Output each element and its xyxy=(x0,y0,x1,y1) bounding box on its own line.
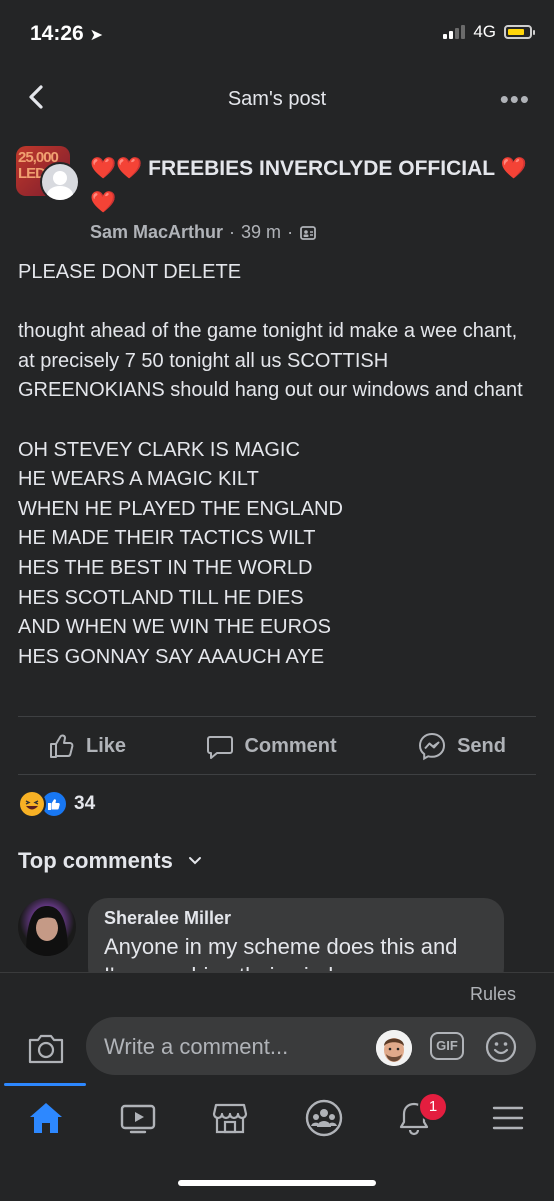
post-line: HE MADE THEIR TACTICS WILT xyxy=(18,527,316,550)
notification-badge: 1 xyxy=(418,1092,448,1122)
camera-icon[interactable] xyxy=(26,1028,66,1068)
menu-icon xyxy=(492,1106,524,1130)
reaction-count: 34 xyxy=(74,793,96,814)
author-name[interactable]: Sam MacArthur xyxy=(90,222,223,243)
status-time: 14:26 ➤ xyxy=(30,22,103,45)
group-name[interactable]: ❤️❤️ FREEBIES INVERCLYDE OFFICIAL ❤️❤️ xyxy=(90,152,530,220)
like-button[interactable]: Like xyxy=(18,732,156,760)
comment-label: Comment xyxy=(244,734,337,757)
rules-link[interactable]: Rules xyxy=(470,984,516,1005)
post-line: HE WEARS A MAGIC KILT xyxy=(18,468,259,491)
comment-placeholder: Write a comment... xyxy=(104,1034,289,1059)
top-comments-label: Top comments xyxy=(18,848,173,873)
commenter-avatar[interactable] xyxy=(18,898,76,956)
video-icon xyxy=(120,1104,156,1134)
comment-text-cont: I'm smashing their windows xyxy=(104,963,372,971)
chevron-down-icon xyxy=(188,857,201,865)
more-dots-icon[interactable]: ••• xyxy=(500,84,530,115)
post-body: PLEASE DONT DELETE thought ahead of the … xyxy=(18,258,538,672)
status-indicators: 4G xyxy=(443,22,535,42)
battery-icon xyxy=(504,25,535,39)
haha-reaction-icon xyxy=(18,790,46,818)
groups-icon xyxy=(305,1099,343,1137)
tab-watch[interactable] xyxy=(116,1096,160,1140)
comment-button[interactable]: Comment xyxy=(176,732,366,760)
divider xyxy=(18,774,536,775)
tab-home[interactable] xyxy=(24,1096,68,1140)
meta-separator: · xyxy=(287,222,294,242)
comment-text: Anyone in my scheme does this and xyxy=(104,934,458,959)
post-actions: Like Comment Send xyxy=(18,718,536,774)
home-icon xyxy=(30,1103,62,1133)
tab-menu[interactable] xyxy=(486,1096,530,1140)
page-title: Sam's post xyxy=(227,88,327,110)
like-label: Like xyxy=(86,734,127,757)
reactions-summary[interactable]: 34 xyxy=(18,790,95,818)
divider xyxy=(18,716,536,717)
post-line: HES THE BEST IN THE WORLD xyxy=(18,556,313,579)
post-line: PLEASE DONT DELETE xyxy=(18,261,242,283)
home-indicator[interactable] xyxy=(178,1180,376,1186)
post-meta: Sam MacArthur · 39 m · xyxy=(90,222,317,243)
post-line: thought ahead of the game tonight id mak… xyxy=(18,320,523,402)
comment-icon xyxy=(207,736,234,759)
avatar-sticker-icon[interactable] xyxy=(376,1030,412,1066)
post-time[interactable]: 39 m xyxy=(241,222,281,243)
network-label: 4G xyxy=(473,22,496,41)
signal-icon xyxy=(443,25,466,39)
tab-marketplace[interactable] xyxy=(208,1096,252,1140)
emoji-icon[interactable] xyxy=(484,1030,518,1064)
gif-button[interactable]: GIF xyxy=(430,1032,464,1060)
send-button[interactable]: Send xyxy=(387,731,536,761)
post-line: WHEN HE PLAYED THE ENGLAND xyxy=(18,497,343,520)
composer-panel xyxy=(0,972,554,1201)
active-tab-indicator xyxy=(4,1083,86,1086)
marketplace-icon xyxy=(212,1103,248,1134)
like-icon xyxy=(50,734,74,758)
meta-separator: · xyxy=(229,222,236,242)
post-line: HES GONNAY SAY AAAUCH AYE xyxy=(18,645,325,668)
messenger-icon xyxy=(419,732,446,761)
send-label: Send xyxy=(457,734,506,757)
post-line: AND WHEN WE WIN THE EUROS xyxy=(18,616,331,639)
tab-groups[interactable] xyxy=(302,1096,346,1140)
members-only-icon xyxy=(300,225,316,240)
post-line: OH STEVEY CLARK IS MAGIC xyxy=(18,438,300,461)
top-comments-filter[interactable]: Top comments xyxy=(18,848,203,874)
post-line: HES SCOTLAND TILL HE DIES xyxy=(18,586,304,609)
commenter-name[interactable]: Sheralee Miller xyxy=(104,908,231,929)
author-avatar[interactable] xyxy=(40,162,80,202)
